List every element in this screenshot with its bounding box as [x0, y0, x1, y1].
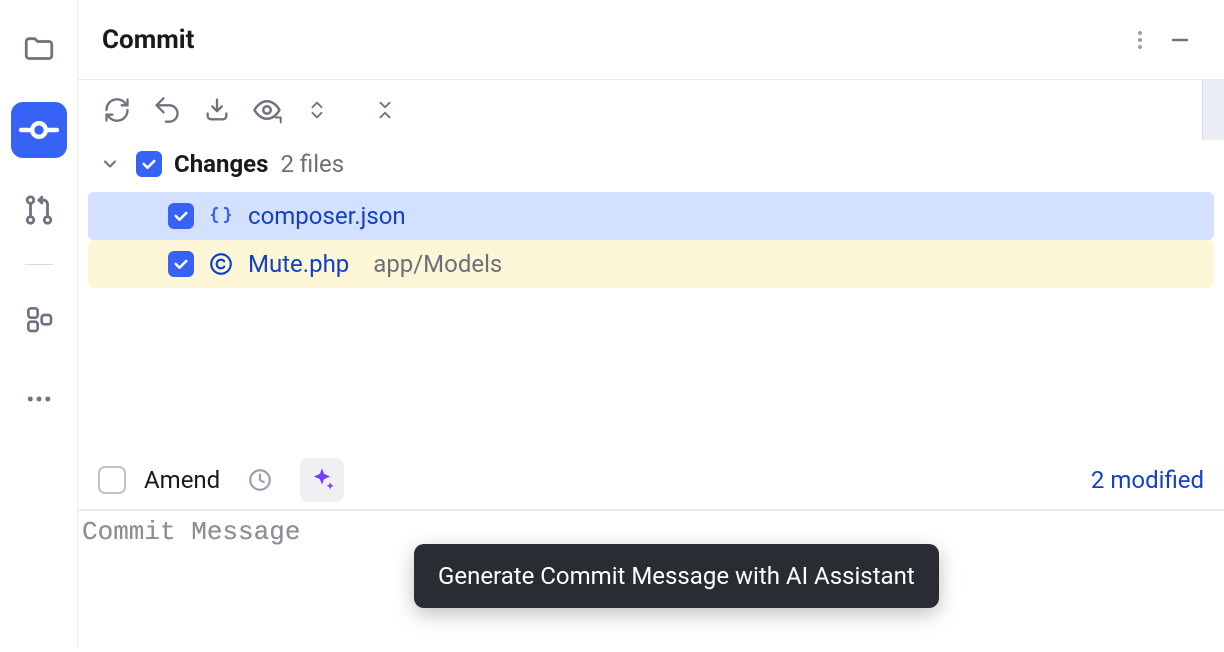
- panel-header: Commit: [78, 0, 1224, 80]
- modified-count[interactable]: 2 modified: [1091, 466, 1204, 494]
- pull-request-icon: [22, 193, 56, 227]
- amend-checkbox[interactable]: [98, 466, 126, 494]
- folder-icon: [22, 33, 56, 67]
- structure-tool-button[interactable]: [11, 291, 67, 347]
- json-file-icon: [208, 203, 234, 229]
- right-gutter-marker: [1202, 80, 1224, 140]
- check-icon: [140, 155, 158, 173]
- more-tools-button[interactable]: [11, 371, 67, 427]
- panel-options-button[interactable]: [1120, 20, 1160, 60]
- changes-group-title: Changes: [174, 150, 268, 178]
- vcs-tool-button[interactable]: [11, 102, 67, 158]
- file-row[interactable]: composer.json: [88, 192, 1214, 240]
- file-path: app/Models: [373, 250, 502, 278]
- eye-icon: [252, 95, 282, 125]
- structure-icon: [23, 303, 55, 335]
- history-icon: [247, 467, 273, 493]
- circle-c-icon: [208, 251, 234, 277]
- chevron-down-icon[interactable]: [96, 150, 124, 178]
- more-vertical-icon: [1128, 28, 1152, 52]
- shelve-button[interactable]: [198, 91, 236, 129]
- braces-icon: [209, 204, 233, 228]
- rollback-button[interactable]: [148, 91, 186, 129]
- file-row[interactable]: Mute.php app/Models: [88, 240, 1214, 288]
- expand-icon: [306, 96, 328, 124]
- amend-bar: Amend 2 modified: [78, 450, 1224, 510]
- pull-requests-tool-button[interactable]: [11, 182, 67, 238]
- commit-toolbar: [78, 80, 1224, 140]
- collapse-icon: [374, 96, 396, 124]
- ai-generate-tooltip: Generate Commit Message with AI Assistan…: [414, 544, 939, 608]
- commit-message-placeholder: Commit Message: [82, 517, 300, 547]
- project-tool-button[interactable]: [11, 22, 67, 78]
- ai-generate-button[interactable]: [300, 458, 344, 502]
- panel-minimize-button[interactable]: [1160, 20, 1200, 60]
- minimize-icon: [1168, 28, 1192, 52]
- panel-title: Commit: [102, 25, 194, 55]
- class-file-icon: [208, 251, 234, 277]
- file-name: composer.json: [248, 202, 406, 230]
- changes-group-count: 2 files: [280, 150, 344, 178]
- file-checkbox[interactable]: [168, 203, 194, 229]
- commit-node-icon: [15, 106, 63, 154]
- more-horizontal-icon: [24, 384, 54, 414]
- check-icon: [172, 207, 190, 225]
- commit-panel: Commit: [78, 0, 1224, 648]
- check-icon: [172, 255, 190, 273]
- file-name: Mute.php: [248, 250, 349, 278]
- undo-icon: [153, 96, 181, 124]
- file-checkbox[interactable]: [168, 251, 194, 277]
- amend-label: Amend: [144, 466, 220, 494]
- download-tray-icon: [203, 96, 231, 124]
- history-button[interactable]: [238, 458, 282, 502]
- expand-all-button[interactable]: [298, 91, 336, 129]
- refresh-icon: [103, 96, 131, 124]
- refresh-button[interactable]: [98, 91, 136, 129]
- changes-group-row[interactable]: Changes 2 files: [88, 140, 1214, 188]
- preview-diff-button[interactable]: [248, 91, 286, 129]
- sparkle-icon: [308, 466, 336, 494]
- changes-group-checkbox[interactable]: [136, 151, 162, 177]
- left-toolstrip-divider: [25, 264, 53, 265]
- changes-tree: Changes 2 files composer.json: [78, 140, 1224, 288]
- collapse-all-button[interactable]: [366, 91, 404, 129]
- left-toolstrip: [0, 0, 78, 648]
